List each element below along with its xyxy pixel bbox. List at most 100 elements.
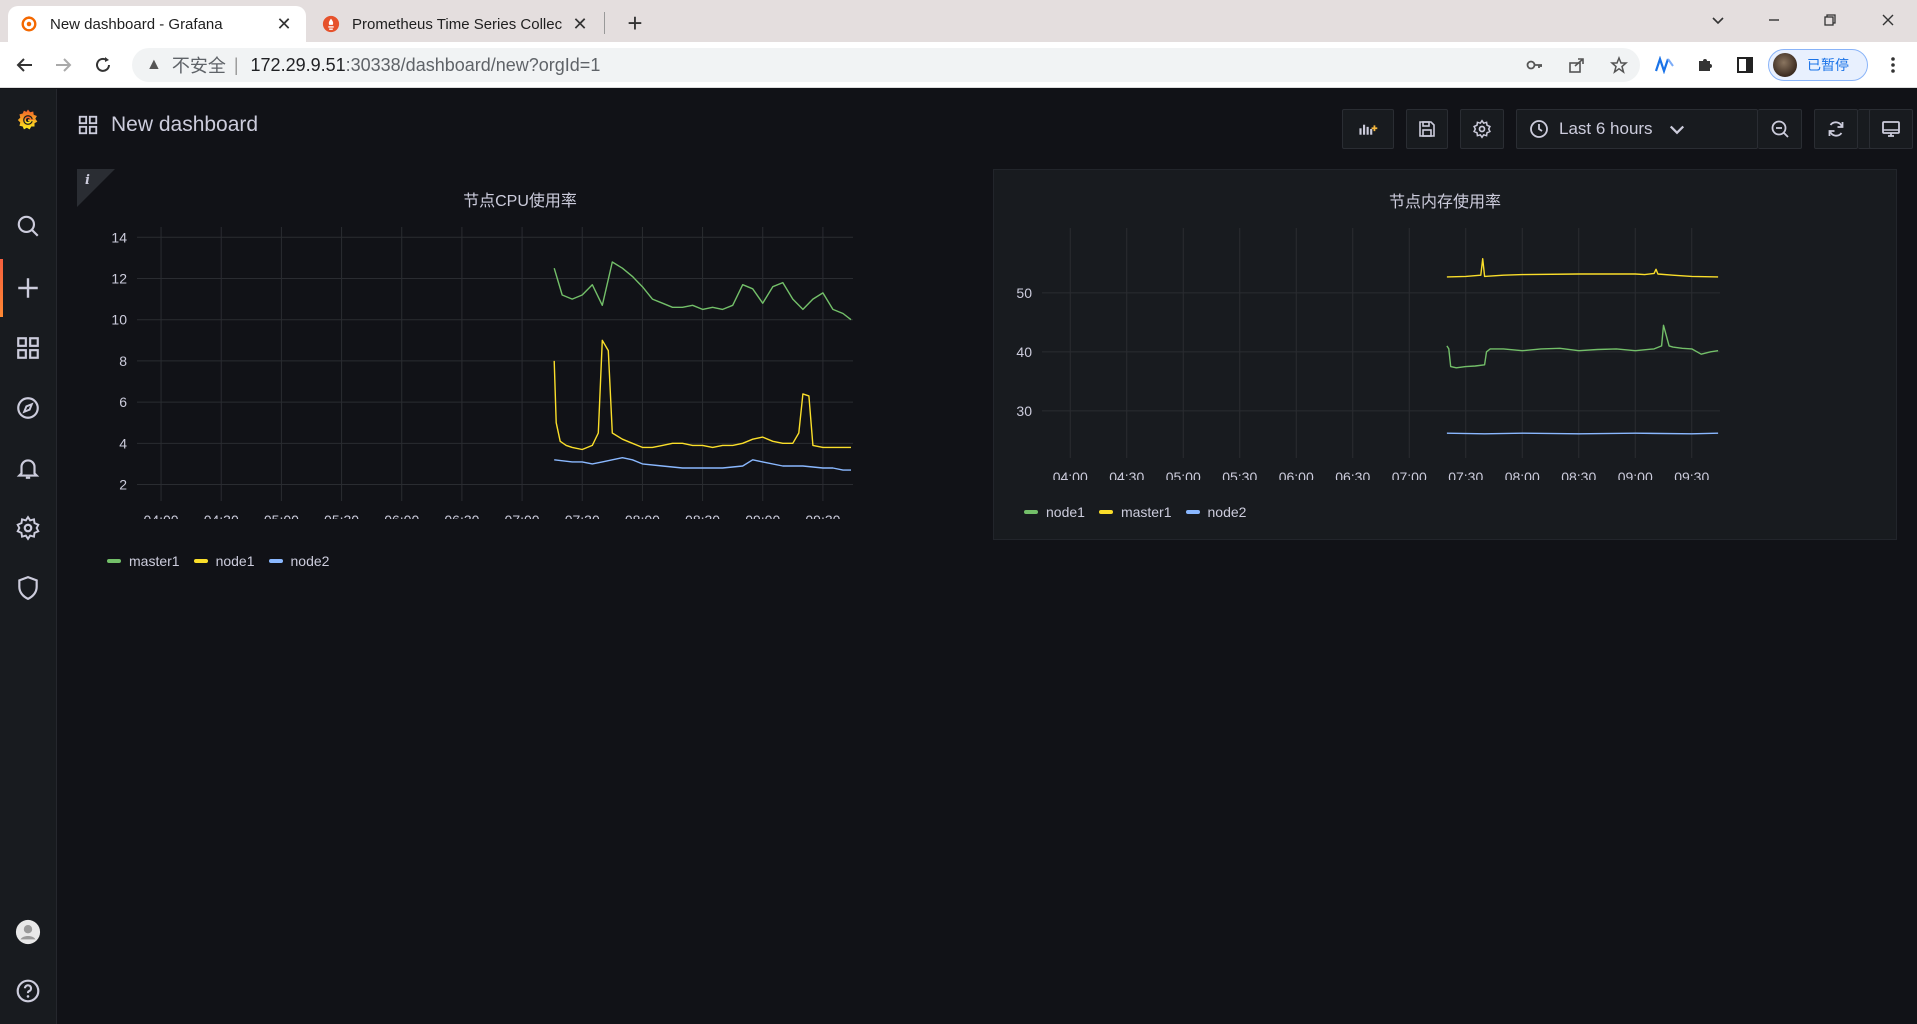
tab-search-icon[interactable] [1690,0,1746,40]
prometheus-icon [322,15,340,33]
x-tick-label: 09:30 [1674,469,1709,480]
x-tick-label: 04:00 [1053,469,1088,480]
legend-item-node2[interactable]: node2 [1185,504,1247,520]
x-tick-label: 06:30 [444,512,479,519]
shield-icon[interactable] [0,563,56,613]
x-tick-label: 05:30 [1222,469,1257,480]
restore-icon[interactable] [1802,0,1858,40]
forward-button[interactable] [48,50,78,80]
legend-label: node2 [1207,504,1247,520]
tab-title: Prometheus Time Series Collec [352,15,563,33]
new-tab-button[interactable]: + [620,8,650,38]
avatar-icon[interactable] [0,907,56,957]
memory-panel[interactable]: 节点内存使用率 04:00 04:30 05:00 05:30 06:00 06:30 07… [993,169,1897,540]
close-window-icon[interactable] [1860,0,1916,40]
sync-icon [1828,121,1844,137]
legend-item-node2[interactable]: node2 [268,553,329,569]
address-bar[interactable]: ▲ 不安全 | 172.29.9.51:30338/dashboard/new?… [132,48,1640,82]
x-tick-label: 08:00 [625,512,660,519]
help-icon[interactable] [0,966,56,1016]
dashboard-settings-button[interactable] [1460,109,1504,149]
x-tick-label: 05:00 [1166,469,1201,480]
close-icon[interactable]: ✕ [570,14,590,34]
x-tick-label: 07:30 [1448,469,1483,480]
more-menu-icon[interactable] [1878,50,1908,80]
x-tick-label: 08:30 [1561,469,1596,480]
zoom-out-button[interactable] [1758,109,1802,149]
cpu-chart: 04:00 04:30 05:00 05:30 06:00 06:30 07:00 07:30… [111,227,853,519]
legend-item-master1[interactable]: master1 [107,553,180,569]
arrow-left-icon [16,58,32,72]
monitor-icon [1882,121,1900,137]
profile-button[interactable]: 已暂停 [1768,49,1868,81]
time-range-label: Last 6 hours [1559,119,1653,138]
tab-divider [604,12,605,34]
search-icon[interactable] [0,201,56,251]
grafana-logo[interactable] [0,95,56,145]
x-tick-label: 04:30 [1109,469,1144,480]
key-icon[interactable] [1520,50,1550,80]
tv-mode-button[interactable] [1869,109,1913,149]
add-panel-button[interactable] [1342,109,1394,149]
x-tick-label: 08:00 [1505,469,1540,480]
dashboards-icon[interactable] [0,323,56,373]
refresh-button[interactable] [1814,109,1858,149]
cpu-panel[interactable]: i 节点CPU使用率 04:0004:3005:0005:3006:0006:3… [77,169,963,589]
dashboard-main: New dashboard Last 6 hours i 节点CPU使用率 2 … [57,89,1917,1024]
y-tick-label: 2 [119,477,127,493]
bookmark-star-icon[interactable] [1604,50,1634,80]
x-tick-label: 09:00 [745,512,780,519]
avatar [1773,53,1797,77]
clock-icon [1530,120,1548,138]
browser-toolbar: ▲ 不安全 | 172.29.9.51:30338/dashboard/new?… [0,42,1917,88]
legend-item-node1[interactable]: node1 [1024,504,1085,520]
legend-swatch [1098,510,1113,514]
reload-button[interactable] [88,50,118,80]
back-button[interactable] [10,50,40,80]
close-icon[interactable]: ✕ [274,14,294,34]
x-tick-label: 05:00 [264,512,299,519]
profile-status: 已暂停 [1807,57,1849,73]
extension-n-icon[interactable] [1650,50,1680,80]
warning-icon: ▲ [146,56,162,73]
add-panel-icon [1359,124,1378,135]
memory-legend: node1 master1 node2 [1024,504,1260,520]
tab-prometheus[interactable]: Prometheus Time Series Collec ✕ [310,6,602,42]
legend-swatch [268,559,283,563]
legend-swatch [107,559,121,563]
series-line-master1 [1446,257,1719,278]
grafana-icon [21,15,37,32]
x-tick-label: 04:30 [204,512,239,519]
dashboard-header[interactable]: New dashboard [77,113,258,137]
y-tick-label: 4 [119,435,127,451]
cpu-legend: master1 node1 node2 [107,553,343,569]
y-tick-label: 6 [119,394,127,410]
minimize-icon[interactable] [1746,0,1802,40]
legend-swatch [1024,510,1038,514]
tab-grafana[interactable]: New dashboard - Grafana ✕ [8,6,306,42]
configuration-icon[interactable] [0,503,56,553]
grafana-sidemenu [0,89,57,1024]
x-tick-label: 06:30 [1335,469,1370,480]
share-icon[interactable] [1562,50,1592,80]
save-dashboard-button[interactable] [1406,109,1448,149]
time-range-picker[interactable]: Last 6 hours [1516,109,1758,149]
save-icon [1419,121,1435,137]
x-tick-label: 08:30 [685,512,720,519]
extensions-puzzle-icon[interactable] [1690,50,1720,80]
y-tick-label: 30 [1016,403,1032,419]
legend-swatch [193,559,208,563]
plus-icon[interactable] [0,263,56,313]
security-label: 不安全 [171,56,226,76]
address-divider: | [233,54,239,75]
alerting-icon[interactable] [0,443,56,493]
legend-item-node1[interactable]: node1 [193,553,255,569]
page-title: New dashboard [111,113,259,136]
explore-icon[interactable] [0,383,56,433]
y-tick-label: 14 [111,229,127,245]
dashboards-icon [78,115,98,135]
side-panel-icon[interactable] [1730,50,1760,80]
gear-icon [1473,119,1491,139]
arrow-right-icon [56,58,72,72]
legend-item-master1[interactable]: master1 [1098,504,1172,520]
